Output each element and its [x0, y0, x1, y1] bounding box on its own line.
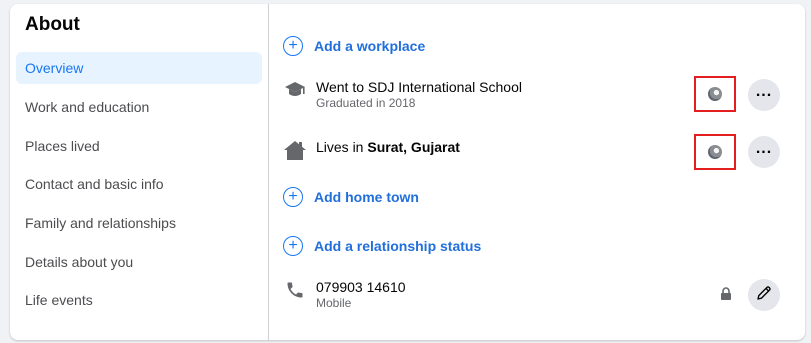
sidebar-item-label: Contact and basic info [25, 176, 164, 192]
sidebar-item-places-lived[interactable]: Places lived [16, 130, 262, 162]
phone-number: 079903 14610 [316, 279, 406, 295]
add-relationship-status-link[interactable]: + Add a relationship status [283, 236, 481, 256]
lives-in-text: Lives in Surat, Gujarat [316, 139, 460, 155]
education-privacy-button[interactable] [694, 76, 736, 112]
sidebar-title: About [25, 14, 80, 35]
sidebar-item-details-about-you[interactable]: Details about you [16, 246, 262, 278]
plus-circle-icon: + [283, 236, 303, 256]
about-main-content: + Add a workplace Went to SDJ Internatio… [269, 4, 805, 340]
sidebar-item-label: Work and education [25, 99, 150, 115]
graduation-cap-icon [283, 78, 307, 102]
edit-phone-button[interactable] [748, 279, 780, 311]
sidebar-item-work-and-education[interactable]: Work and education [16, 91, 262, 123]
sidebar-item-label: Overview [25, 60, 84, 76]
about-card: About Overview Work and education Places… [10, 4, 805, 340]
more-options-icon: ... [755, 140, 773, 157]
plus-circle-icon: + [283, 187, 303, 207]
school-name[interactable]: SDJ International School [368, 79, 522, 95]
add-workplace-label: Add a workplace [314, 38, 426, 54]
sidebar-item-label: Life events [25, 292, 93, 308]
home-icon [283, 138, 307, 162]
lives-in-place[interactable]: Surat, Gujarat [367, 139, 460, 155]
education-row: Went to SDJ International School Graduat… [283, 78, 522, 111]
education-more-button[interactable]: ... [748, 79, 780, 111]
education-text: Went to SDJ International School [316, 79, 522, 95]
sidebar-item-label: Family and relationships [25, 215, 176, 231]
phone-row: 079903 14610 Mobile [283, 278, 406, 311]
sidebar-item-contact-and-basic-info[interactable]: Contact and basic info [16, 168, 262, 200]
sidebar-item-label: Details about you [25, 254, 134, 270]
add-home-town-label: Add home town [314, 189, 419, 205]
sidebar-item-label: Places lived [25, 138, 100, 154]
globe-icon [708, 87, 722, 101]
plus-circle-icon: + [283, 36, 303, 56]
about-sidebar: About Overview Work and education Places… [10, 4, 269, 340]
add-workplace-link[interactable]: + Add a workplace [283, 36, 425, 56]
add-home-town-link[interactable]: + Add home town [283, 187, 419, 207]
sidebar-item-life-events[interactable]: Life events [16, 284, 262, 316]
more-options-icon: ... [755, 83, 773, 100]
education-detail: Graduated in 2018 [316, 96, 416, 110]
lock-icon [720, 287, 732, 305]
globe-icon [708, 145, 722, 159]
lives-in-row: Lives in Surat, Gujarat [283, 138, 460, 162]
add-relationship-status-label: Add a relationship status [314, 238, 482, 254]
pencil-icon [755, 284, 773, 307]
phone-icon [283, 278, 307, 302]
lives-in-more-button[interactable]: ... [748, 136, 780, 168]
lives-in-privacy-button[interactable] [694, 134, 736, 170]
phone-type: Mobile [316, 296, 352, 310]
sidebar-item-overview[interactable]: Overview [16, 52, 262, 84]
sidebar-item-family-and-relationships[interactable]: Family and relationships [16, 207, 262, 239]
